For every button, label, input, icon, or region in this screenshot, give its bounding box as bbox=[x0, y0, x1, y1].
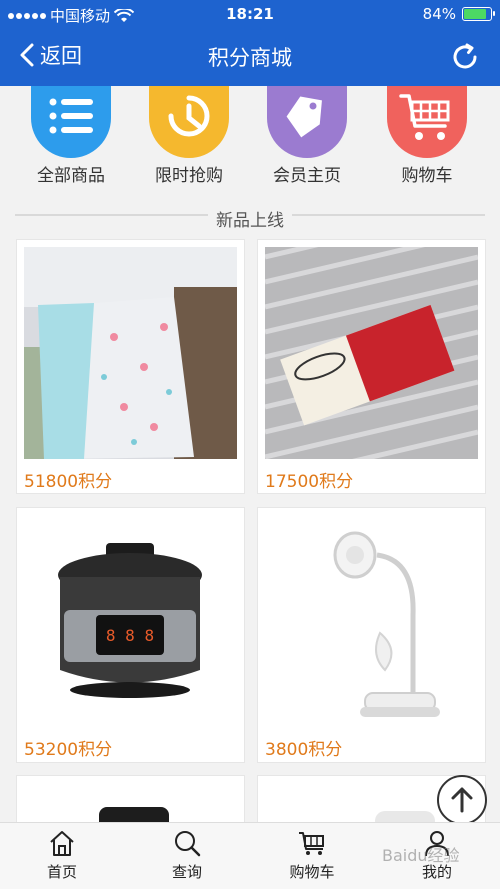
page-title: 积分商城 bbox=[208, 46, 292, 70]
category-cart[interactable]: 购物车 bbox=[372, 86, 482, 186]
product-card[interactable]: 8 8 8 53200积分 bbox=[16, 507, 245, 763]
status-bar: 中国移动 18:21 84% bbox=[0, 0, 500, 28]
status-right: 84% bbox=[422, 5, 495, 23]
cotton-label-photo bbox=[265, 247, 478, 459]
product-card[interactable]: 51800积分 bbox=[16, 239, 245, 494]
refresh-icon bbox=[453, 43, 477, 69]
refresh-button[interactable] bbox=[450, 42, 480, 72]
blanket-photo bbox=[24, 247, 237, 459]
product-price: 3800积分 bbox=[265, 740, 343, 760]
section-header: 新品上线 bbox=[15, 194, 485, 244]
arrow-up-icon bbox=[451, 787, 473, 813]
category-label: 会员主页 bbox=[273, 166, 341, 186]
tab-label: 首页 bbox=[46, 863, 77, 881]
category-member-home[interactable]: 会员主页 bbox=[252, 86, 362, 186]
watermark: Baidu经验 bbox=[382, 846, 460, 865]
rice-cooker-photo: 8 8 8 bbox=[24, 515, 237, 727]
svg-text:8 8 8: 8 8 8 bbox=[106, 626, 154, 645]
category-flash-sale[interactable]: 限时抢购 bbox=[134, 86, 244, 186]
tab-search[interactable]: 查询 bbox=[147, 829, 227, 882]
battery-percent: 84% bbox=[422, 5, 456, 23]
tab-label: 购物车 bbox=[289, 863, 335, 881]
product-price: 17500积分 bbox=[265, 472, 354, 492]
top-bar: 中国移动 18:21 84% 返回 积分商城 bbox=[0, 0, 500, 86]
tab-cart[interactable]: 购物车 bbox=[272, 829, 352, 882]
search-icon bbox=[175, 831, 201, 857]
list-icon bbox=[31, 86, 111, 158]
tab-label: 查询 bbox=[171, 863, 202, 881]
cart-icon bbox=[299, 832, 324, 855]
back-to-top-button[interactable] bbox=[437, 775, 487, 825]
category-label: 限时抢购 bbox=[155, 166, 223, 186]
product-card[interactable]: 17500积分 bbox=[257, 239, 486, 494]
tag-icon bbox=[267, 86, 347, 158]
section-title: 新品上线 bbox=[208, 202, 292, 235]
product-price: 51800积分 bbox=[24, 472, 113, 492]
desk-lamp-fan-photo bbox=[265, 515, 478, 727]
cart-icon bbox=[387, 86, 467, 158]
product-price: 53200积分 bbox=[24, 740, 113, 760]
category-row: 全部商品 限时抢购 会员主页 购物车 bbox=[0, 86, 500, 191]
product-card[interactable]: 3800积分 bbox=[257, 507, 486, 763]
category-label: 全部商品 bbox=[37, 166, 105, 186]
category-all-products[interactable]: 全部商品 bbox=[16, 86, 126, 186]
category-label: 购物车 bbox=[401, 166, 453, 186]
tab-home[interactable]: 首页 bbox=[22, 829, 102, 882]
clock-icon bbox=[149, 86, 229, 158]
home-icon bbox=[50, 831, 74, 856]
battery-icon bbox=[462, 7, 495, 21]
